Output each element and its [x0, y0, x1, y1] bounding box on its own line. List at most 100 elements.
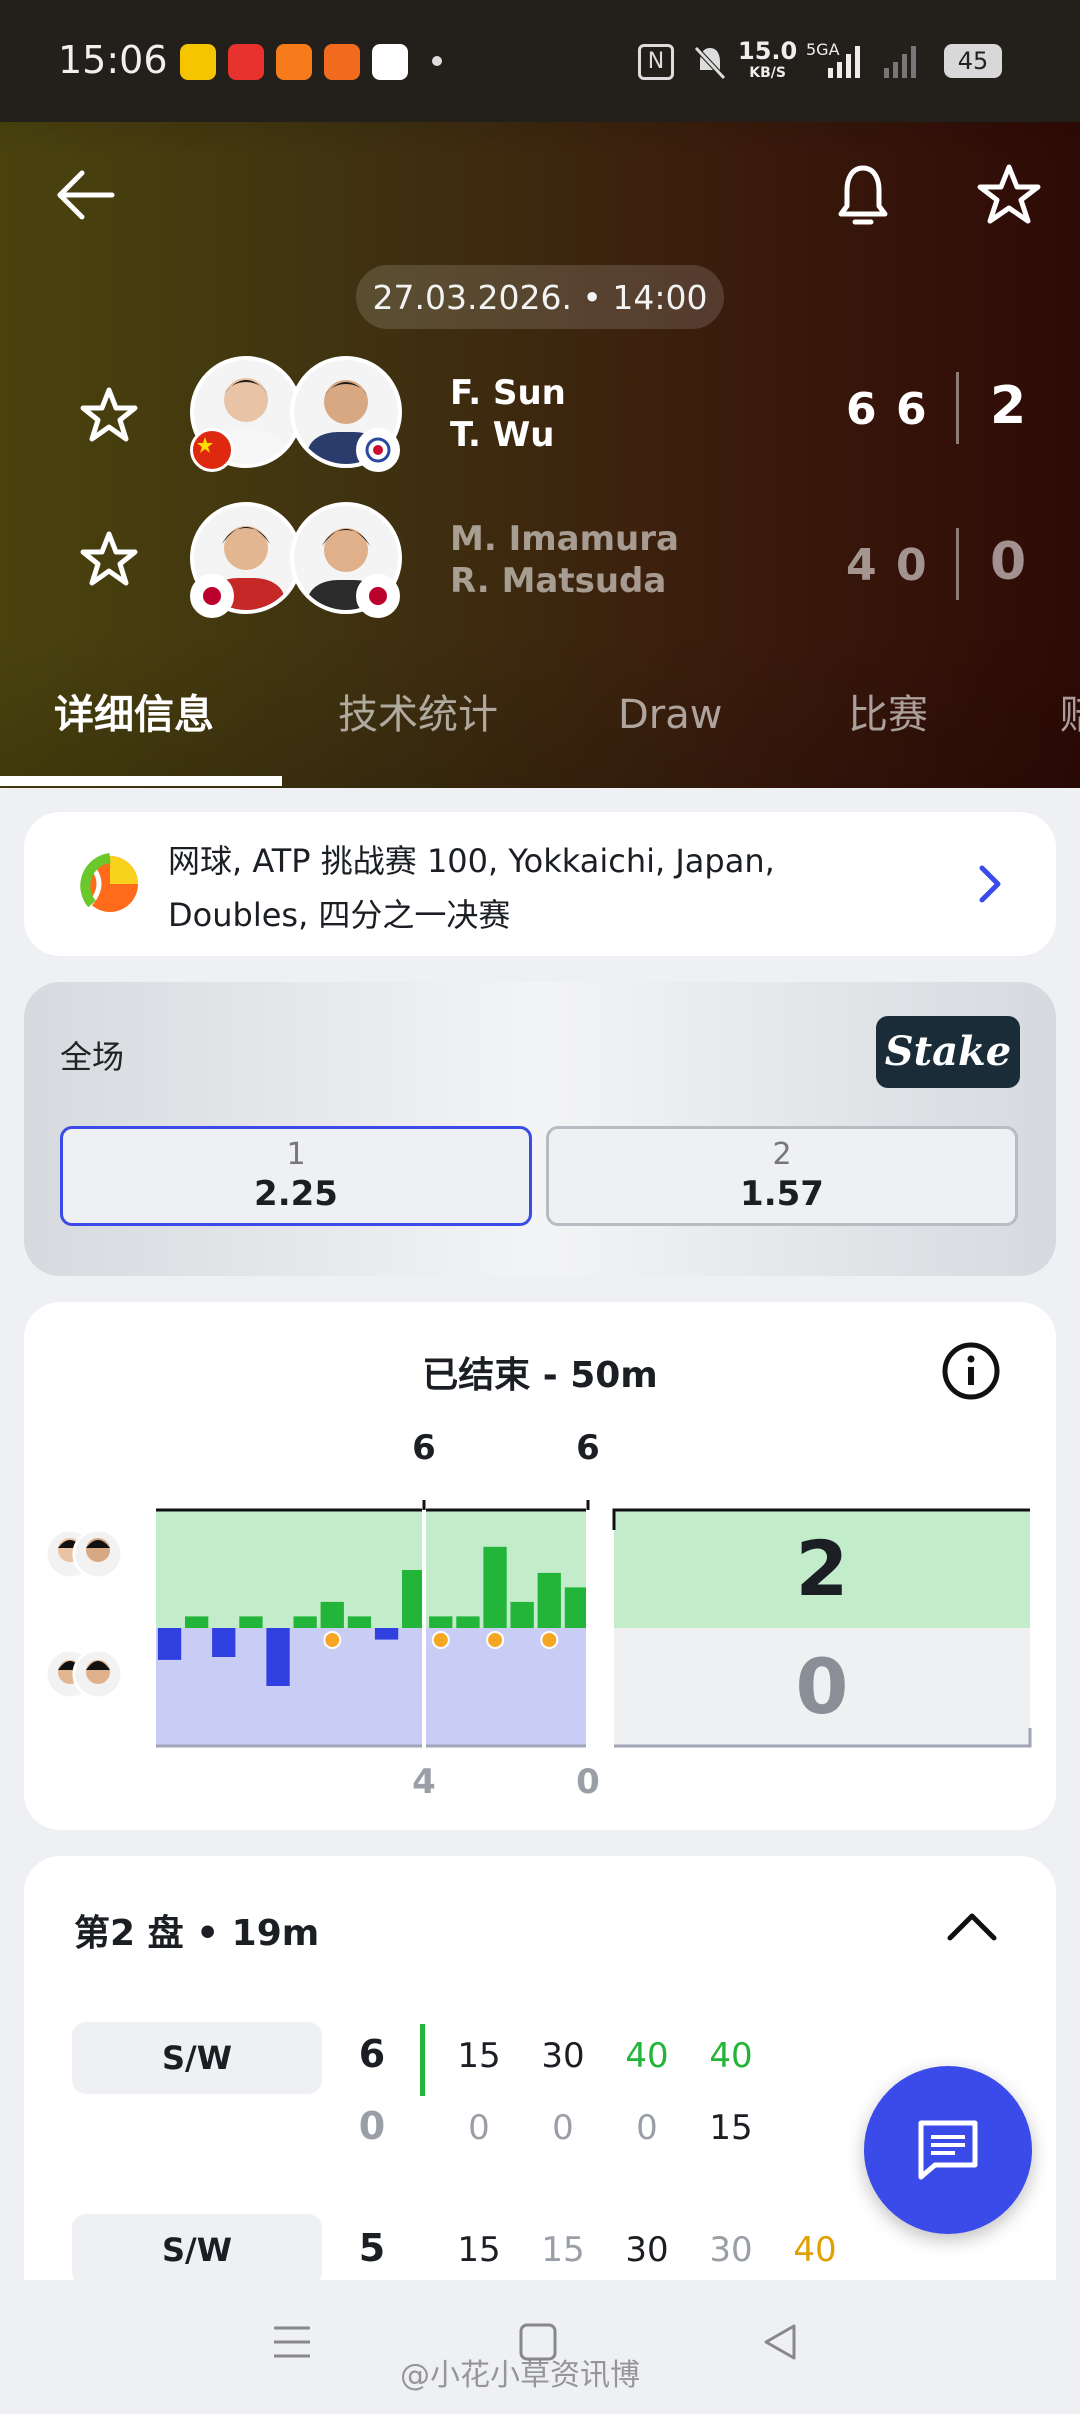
- break-point-icon: [323, 1631, 342, 1649]
- point-score: 30: [709, 2230, 753, 2270]
- momentum-bar: [537, 1572, 561, 1628]
- match-status-title: 已结束 - 50m: [422, 1355, 658, 1396]
- watermark: @小花小草资讯博: [400, 2358, 640, 2393]
- team2-set2-score: 0: [896, 540, 927, 591]
- score-divider: [956, 528, 959, 600]
- match-datetime: 27.03.2026. • 14:00: [356, 265, 724, 329]
- break-point-icon: [431, 1631, 450, 1649]
- tab-statistics[interactable]: 技术统计: [338, 680, 498, 788]
- momentum-bar: [212, 1628, 236, 1657]
- server-chip: S/W: [72, 2214, 322, 2286]
- mute-bell-icon: [694, 46, 726, 80]
- momentum-bar: [185, 1616, 209, 1628]
- arrow-left-icon: [57, 170, 115, 220]
- team1-sets-won: 2: [990, 376, 1027, 436]
- chat-icon: [918, 2120, 978, 2180]
- battery-indicator: 45: [944, 44, 1002, 78]
- active-tab-indicator: [0, 776, 282, 786]
- favorite-match-button[interactable]: [964, 150, 1054, 240]
- tab-matches[interactable]: 比赛: [848, 680, 928, 788]
- tennis-ball-icon: [80, 853, 138, 912]
- team2-names: M. Imamura R. Matsuda: [450, 518, 679, 602]
- odds-option-2[interactable]: 2 1.57: [546, 1126, 1018, 1226]
- point-score: 15: [457, 2036, 501, 2076]
- stake-logo[interactable]: Stake: [876, 1016, 1020, 1088]
- point-score: 0: [552, 2108, 574, 2148]
- tab-bar: 详细信息 技术统计 Draw 比赛 赔: [0, 680, 1080, 788]
- break-point-icon: [486, 1631, 505, 1649]
- game-score-top: 5: [358, 2226, 386, 2270]
- star-outline-icon: [977, 164, 1041, 224]
- point-score: 40: [625, 2036, 669, 2076]
- game-winner-marker: [420, 2024, 425, 2096]
- momentum-bar: [374, 1628, 399, 1640]
- point-score: 30: [625, 2230, 669, 2270]
- momentum-bar: [157, 1628, 182, 1660]
- team1-names: F. Sun T. Wu: [450, 372, 566, 456]
- momentum-bar: [266, 1628, 290, 1686]
- odds-market-label: 全场: [60, 1038, 125, 1076]
- back-button[interactable]: [40, 150, 130, 240]
- point-score: 40: [793, 2230, 837, 2270]
- momentum-bar: [564, 1587, 589, 1628]
- shopping-app-icon: [324, 44, 360, 80]
- star-outline-icon: [80, 387, 138, 442]
- flag-japan-icon: [356, 574, 400, 618]
- set-detail-title: 第2 盘 • 19m: [74, 1913, 320, 1954]
- nfc-icon: N: [638, 44, 674, 80]
- tab-odds[interactable]: 赔: [1060, 680, 1080, 788]
- tournament-card[interactable]: 网球, ATP 挑战赛 100, Yokkaichi, Japan, Doubl…: [24, 812, 1056, 956]
- player-name: T. Wu: [450, 415, 555, 455]
- favorite-team2-button[interactable]: [66, 516, 152, 602]
- system-nav-bar: @小花小草资讯博: [0, 2280, 1080, 2414]
- game-score-top: 6: [358, 2032, 386, 2076]
- set2-top-label: 6: [576, 1428, 600, 1468]
- favorite-team1-button[interactable]: [66, 372, 152, 458]
- network-speed: 15.0 KB/S: [738, 37, 798, 81]
- notification-button[interactable]: [818, 150, 908, 240]
- point-score: 15: [457, 2230, 501, 2270]
- momentum-bar: [483, 1546, 507, 1628]
- status-time: 15:06: [58, 38, 168, 82]
- momentum-bar: [239, 1616, 263, 1628]
- status-bar: 15:06 N 15.0 KB/S 5GA 45: [0, 0, 1080, 122]
- star-outline-icon: [80, 531, 138, 586]
- flag-china-icon: [190, 428, 234, 472]
- momentum-bar: [429, 1616, 453, 1628]
- back-triangle-icon[interactable]: [758, 2320, 802, 2364]
- taobao-app-icon: [276, 44, 312, 80]
- tournament-name: 网球, ATP 挑战赛 100, Yokkaichi, Japan, Doubl…: [168, 842, 775, 934]
- set2-bottom-label: 0: [576, 1762, 600, 1802]
- browser-app-icon: [372, 44, 408, 80]
- tab-draw[interactable]: Draw: [618, 680, 722, 788]
- flag-japan-icon: [190, 574, 234, 618]
- info-icon[interactable]: [940, 1340, 1002, 1402]
- chevron-up-icon[interactable]: [942, 1902, 1002, 1952]
- menu-icon[interactable]: [270, 2320, 314, 2364]
- team2-set1-score: 4: [846, 540, 877, 591]
- team1-set1-score: 6: [846, 384, 877, 435]
- bell-icon: [838, 165, 888, 225]
- chat-fab-button[interactable]: [864, 2066, 1032, 2234]
- break-point-icon: [540, 1631, 559, 1649]
- momentum-bar: [402, 1570, 426, 1628]
- tab-details[interactable]: 详细信息: [54, 680, 214, 788]
- chevron-right-icon: [979, 865, 1001, 903]
- team2-sets-won: 0: [990, 532, 1027, 592]
- set1-top-label: 6: [412, 1428, 436, 1468]
- match-header: 15:06 N 15.0 KB/S 5GA 45 27.03.2026. • 1…: [0, 0, 1080, 788]
- odds-option-1[interactable]: 1 2.25: [60, 1126, 532, 1226]
- player-name: M. Imamura: [450, 519, 679, 559]
- momentum-bar: [320, 1601, 344, 1628]
- momentum-bar: [347, 1616, 372, 1628]
- toutiao-app-icon: [228, 44, 264, 80]
- point-score: 30: [541, 2036, 585, 2076]
- set1-bottom-label: 4: [412, 1762, 436, 1802]
- weibo-app-icon: [180, 44, 216, 80]
- point-score: 0: [636, 2108, 658, 2148]
- flag-chinese-taipei-icon: [356, 428, 400, 472]
- score-divider: [956, 372, 959, 444]
- game-score-bottom: 0: [358, 2104, 386, 2148]
- momentum-card: 已结束 - 50m 6 6 4 0 2 0: [24, 1302, 1056, 1830]
- point-score: 40: [709, 2036, 753, 2076]
